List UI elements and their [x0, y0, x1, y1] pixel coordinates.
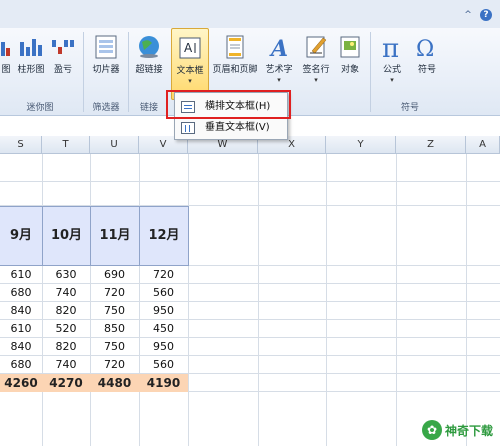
group-separator — [83, 32, 84, 112]
gridline — [396, 154, 397, 446]
gridline — [42, 154, 43, 446]
annotation-highlight-box — [166, 90, 291, 119]
minimize-ribbon-icon[interactable]: ^ — [462, 9, 474, 21]
data-cell[interactable]: 950 — [139, 340, 188, 353]
gridline — [0, 319, 500, 320]
object-icon — [340, 36, 360, 58]
data-cell[interactable]: 610 — [0, 322, 42, 335]
data-cell[interactable]: 720 — [90, 358, 139, 371]
group-separator — [128, 32, 129, 112]
data-cell[interactable]: 680 — [0, 358, 42, 371]
gridline — [0, 301, 500, 302]
data-cell[interactable]: 820 — [42, 340, 90, 353]
data-cell[interactable]: 740 — [42, 286, 90, 299]
month-header-cell[interactable]: 11月 — [90, 206, 140, 266]
data-cell[interactable]: 820 — [42, 304, 90, 317]
svg-text:A: A — [184, 41, 193, 55]
gridline — [326, 154, 327, 446]
gridline — [258, 154, 259, 446]
data-cell[interactable]: 750 — [90, 304, 139, 317]
month-header-cell[interactable]: 10月 — [42, 206, 91, 266]
sparkline-column-icon — [20, 39, 42, 56]
equation-button[interactable]: π 公式 ▾ — [375, 28, 409, 100]
hyperlink-globe-icon — [139, 36, 159, 58]
data-cell[interactable]: 750 — [90, 340, 139, 353]
slicer-button[interactable]: 切片器 — [88, 28, 124, 100]
symbol-omega-icon: Ω — [416, 37, 434, 60]
data-cell[interactable]: 690 — [90, 268, 139, 281]
group-label-sparklines: 迷你图 — [26, 103, 54, 113]
group-label-filter: 筛选器 — [92, 103, 120, 113]
data-cell[interactable]: 840 — [0, 304, 42, 317]
column-header-u[interactable]: U — [90, 136, 139, 154]
data-cell[interactable]: 720 — [90, 286, 139, 299]
column-header-y[interactable]: Y — [326, 136, 396, 154]
data-cell[interactable]: 740 — [42, 358, 90, 371]
header-footer-icon — [226, 35, 244, 59]
column-header-z[interactable]: Z — [396, 136, 466, 154]
watermark: ✿ 神奇下载 — [422, 418, 498, 442]
gridline — [188, 154, 189, 446]
help-icon[interactable]: ? — [480, 9, 492, 21]
slicer-icon — [95, 35, 117, 59]
group-label-symbols: 符号 — [400, 103, 419, 113]
data-cell[interactable]: 450 — [139, 322, 188, 335]
signature-line-icon — [306, 36, 327, 58]
total-cell[interactable]: 4260 — [0, 374, 42, 392]
total-cell[interactable]: 4480 — [90, 374, 139, 392]
gridline — [0, 283, 500, 284]
gridline — [466, 154, 467, 446]
data-cell[interactable]: 950 — [139, 304, 188, 317]
svg-text:A: A — [269, 36, 288, 60]
svg-text:π: π — [382, 34, 399, 60]
total-cell[interactable]: 4270 — [42, 374, 90, 392]
hyperlink-button[interactable]: 超链接 — [131, 28, 167, 100]
menu-item-vertical-textbox[interactable]: 垂直文本框(V) — [177, 118, 285, 138]
column-header-aa[interactable]: A — [466, 136, 500, 154]
textbox-icon: A — [179, 37, 201, 59]
group-separator — [370, 32, 371, 112]
wordart-icon: A — [269, 36, 288, 60]
watermark-logo-icon: ✿ — [422, 420, 442, 440]
sparkline-winloss-icon — [52, 40, 74, 54]
data-cell[interactable]: 630 — [42, 268, 90, 281]
svg-text:Ω: Ω — [416, 37, 434, 60]
data-cell[interactable]: 850 — [90, 322, 139, 335]
data-cell[interactable]: 560 — [139, 358, 188, 371]
month-header-cell[interactable]: 9月 — [0, 206, 43, 266]
vertical-textbox-icon — [181, 122, 195, 134]
symbol-button[interactable]: Ω 符号 — [412, 28, 442, 100]
column-header-s[interactable]: S — [0, 136, 42, 154]
sparkline-line-button[interactable]: 图 — [0, 28, 12, 100]
data-cell[interactable]: 680 — [0, 286, 42, 299]
total-cell[interactable]: 4190 — [139, 374, 188, 392]
gridline — [0, 337, 500, 338]
watermark-text: 神奇下载 — [445, 424, 494, 438]
group-label-links: 链接 — [139, 103, 158, 113]
gridline — [0, 355, 500, 356]
equation-pi-icon: π — [382, 34, 399, 60]
title-bar: ^ ? — [0, 0, 500, 28]
data-cell[interactable]: 560 — [139, 286, 188, 299]
month-header-cell[interactable]: 12月 — [139, 206, 189, 266]
gridline — [90, 154, 91, 446]
object-button[interactable]: 对象 — [335, 28, 365, 100]
worksheet[interactable]: S T U V W X Y Z A 9月 10月 11月 12月 610 630… — [0, 117, 500, 446]
gridline — [0, 181, 500, 182]
gridline — [139, 154, 140, 446]
data-cell[interactable]: 720 — [139, 268, 188, 281]
column-header-t[interactable]: T — [42, 136, 90, 154]
data-cell[interactable]: 840 — [0, 340, 42, 353]
data-cell[interactable]: 610 — [0, 268, 42, 281]
data-cell[interactable]: 520 — [42, 322, 90, 335]
sparkline-column-button[interactable]: 柱形图 — [14, 28, 48, 100]
sparkline-winloss-button[interactable]: 盈亏 — [49, 28, 77, 100]
sparkline-line-icon — [1, 42, 10, 56]
signature-line-button[interactable]: 签名行 ▾ — [298, 28, 334, 100]
